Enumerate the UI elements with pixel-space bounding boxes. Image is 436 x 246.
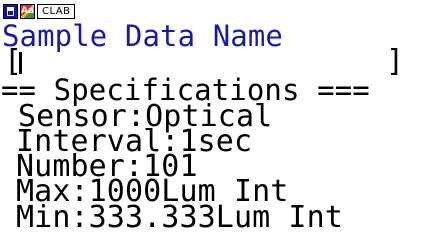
text-cursor — [19, 52, 22, 74]
mode-icon: Aa — [20, 4, 35, 19]
status-bar: Aa CLAB — [3, 3, 76, 20]
spec-min: Min:333.333Lum Int — [16, 200, 343, 235]
right-bracket: ] — [386, 44, 405, 79]
app-badge: CLAB — [37, 4, 76, 19]
battery-icon — [3, 4, 18, 19]
